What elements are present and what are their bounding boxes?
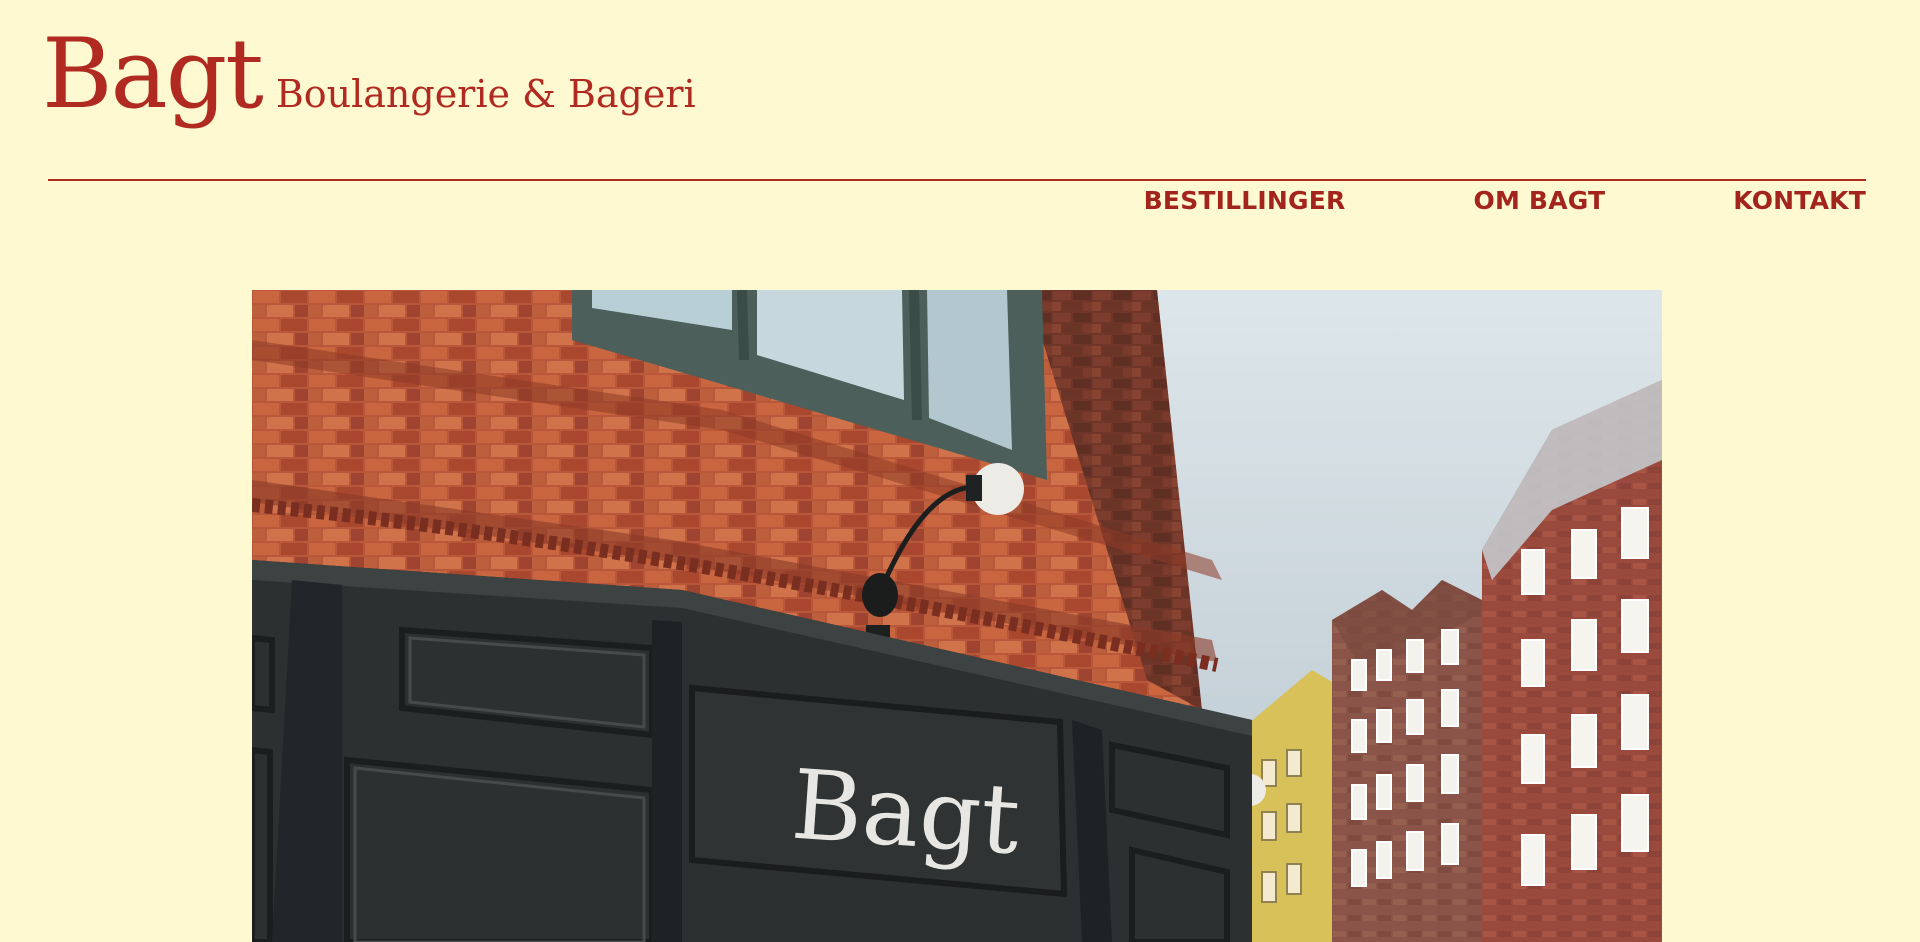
- storefront-sign-text: Bagt: [788, 749, 1023, 877]
- main-nav: BESTILLINGER OM BAGT KONTAKT: [1144, 186, 1866, 215]
- brand-name: Bagt: [42, 18, 264, 130]
- brand-tagline: Boulangerie & Bageri: [275, 72, 696, 116]
- brand-logo[interactable]: Bagt Boulangerie & Bageri: [42, 26, 696, 122]
- header-divider: [48, 179, 1866, 181]
- nav-item-bestillinger[interactable]: BESTILLINGER: [1144, 186, 1346, 215]
- hero-image: Bagt: [252, 290, 1662, 942]
- nav-item-kontakt[interactable]: KONTAKT: [1733, 186, 1866, 215]
- nav-item-om-bagt[interactable]: OM BAGT: [1474, 186, 1606, 215]
